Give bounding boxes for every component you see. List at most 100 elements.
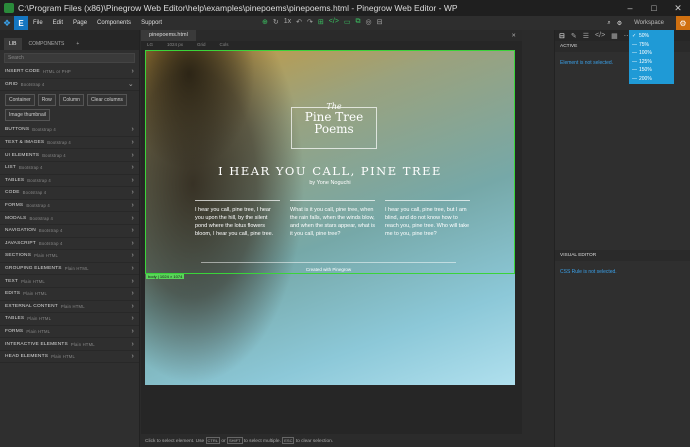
page-preview[interactable]: The Pine Tree Poems I HEAR YOU CALL, PIN… [145, 50, 515, 385]
library-search-input[interactable]: Search [4, 53, 135, 63]
zoom-option-100[interactable]: —100% [632, 49, 671, 58]
device-size-label[interactable]: LG [147, 42, 153, 47]
zoom-option-75[interactable]: —75% [632, 41, 671, 50]
kbd-ctrl: CTRL [205, 437, 220, 444]
category-item[interactable]: TABLES Bootstrap 4 › [0, 175, 139, 188]
library-panel: LIB COMPONENTS + Search INSERT CODE HTML… [0, 30, 140, 447]
category-item[interactable]: MODALS Bootstrap 4 › [0, 212, 139, 225]
status-bar: Click to select element. Use CTRL or SHI… [141, 434, 554, 447]
category-item[interactable]: FORMS Bootstrap 4 › [0, 200, 139, 213]
chevron-right-icon: › [131, 302, 134, 310]
category-item[interactable]: JAVASCRIPT Bootstrap 4 › [0, 238, 139, 251]
code-tab-icon[interactable]: </> [595, 32, 605, 39]
category-item[interactable]: UI ELEMENTS Bootstrap 4 › [0, 149, 139, 162]
category-item[interactable]: EXTERNAL CONTENT Plain HTML › [0, 301, 139, 314]
category-item[interactable]: TEXT Plain HTML › [0, 275, 139, 288]
cols-toggle[interactable]: Cols [220, 42, 229, 47]
category-item[interactable]: BUTTONS Bootstrap 4 › [0, 124, 139, 137]
category-item[interactable]: INTERACTIVE ELEMENTS Plain HTML › [0, 338, 139, 351]
grid-toggle[interactable]: Grid [197, 42, 206, 47]
pinegrow-logo-icon[interactable]: ❖ [0, 16, 14, 30]
menu-edit[interactable]: Edit [48, 20, 68, 26]
chevron-right-icon: › [131, 126, 134, 134]
assets-tab-icon[interactable]: ▦ [611, 32, 618, 40]
grid-buttons: Container Row Column Clear columns Image… [0, 91, 139, 124]
style-tab-icon[interactable]: ✎ [571, 32, 577, 40]
document-bar: LG 1024 px Grid Cols [141, 41, 522, 47]
container-button[interactable]: Container [5, 94, 35, 107]
css-rule-status-message: CSS Rule is not selected. [560, 269, 617, 275]
tab-lib[interactable]: LIB [4, 38, 22, 50]
category-item[interactable]: LIST Bootstrap 4 › [0, 162, 139, 175]
category-grid[interactable]: GRID Bootstrap 4 ⌄ [0, 79, 139, 92]
zoom-option-150[interactable]: —150% [632, 66, 671, 75]
editor-mode-icon[interactable]: E [14, 16, 28, 30]
chevron-right-icon: › [131, 227, 134, 235]
add-tab-icon[interactable]: + [71, 38, 84, 50]
properties-tab-icon[interactable]: ⊟ [559, 32, 565, 40]
zoom-option-125[interactable]: —125% [632, 58, 671, 67]
chevron-right-icon: › [131, 202, 134, 210]
chevron-down-icon: ⌄ [127, 81, 134, 89]
refresh-icon[interactable]: ↻ [273, 18, 279, 26]
preview-icon[interactable]: ▭ [344, 18, 351, 26]
maximize-button[interactable]: □ [642, 3, 666, 13]
minimize-button[interactable]: – [618, 3, 642, 13]
workspace-controls: ⌕ ⚙ Workspace ⚙ [607, 16, 690, 30]
settings-icon[interactable]: ⚙ [617, 20, 622, 27]
hide-icon[interactable]: ◎ [366, 18, 372, 26]
category-item[interactable]: CODE Bootstrap 4 › [0, 187, 139, 200]
category-item[interactable]: NAVIGATION Bootstrap 4 › [0, 225, 139, 238]
zoom-option-200[interactable]: —200% [632, 75, 671, 84]
close-document-icon[interactable]: ✕ [511, 33, 516, 39]
redo-icon[interactable]: ↷ [307, 18, 313, 26]
chevron-right-icon: › [131, 189, 134, 197]
menu-components[interactable]: Components [92, 20, 136, 26]
clear-columns-button[interactable]: Clear columns [86, 94, 127, 107]
multi-page-icon[interactable]: ⧉ [356, 18, 361, 26]
search-icon[interactable]: ⌕ [607, 20, 610, 27]
category-item[interactable]: GROUPING ELEMENTS Plain HTML › [0, 263, 139, 276]
workspace-label[interactable]: Workspace [628, 20, 670, 26]
zoom-dropdown[interactable]: ✓ 50% —75% —100% —125% —150% —200% [629, 30, 674, 84]
chevron-right-icon: › [131, 164, 134, 172]
zoom-value[interactable]: 1x [284, 18, 291, 26]
layout-icon[interactable]: ⊟ [377, 18, 383, 26]
chevron-right-icon: › [131, 68, 134, 76]
new-page-icon[interactable]: ⊕ [262, 18, 268, 26]
chevron-right-icon: › [131, 315, 134, 323]
tab-components[interactable]: COMPONENTS [24, 38, 70, 50]
zoom-option-50[interactable]: ✓ 50% [632, 32, 671, 41]
code-icon[interactable]: </> [329, 18, 339, 26]
menu-support[interactable]: Support [136, 20, 167, 26]
category-item[interactable]: FORMS Plain HTML › [0, 326, 139, 339]
workspace-icon[interactable]: ⚙ [676, 16, 690, 30]
undo-icon[interactable]: ↶ [296, 18, 302, 26]
check-icon: ✓ [632, 33, 637, 40]
category-insert-code[interactable]: INSERT CODE HTML or PHP › [0, 66, 139, 79]
menu-file[interactable]: File [28, 20, 48, 26]
chevron-right-icon: › [131, 327, 134, 335]
page-canvas: pinepoems.html ✕ LG 1024 px Grid Cols Th… [141, 30, 522, 434]
chevron-right-icon: › [131, 340, 134, 348]
menu-page[interactable]: Page [68, 20, 92, 26]
category-item[interactable]: SECTIONS Plain HTML › [0, 250, 139, 263]
app-icon [4, 3, 14, 13]
kbd-esc: ESC [282, 437, 295, 444]
chevron-right-icon: › [131, 176, 134, 184]
visual-editor-label: VISUAL EDITOR [555, 250, 690, 261]
library-tabs: LIB COMPONENTS + [0, 30, 139, 50]
category-item[interactable]: HEAD ELEMENTS Plain HTML › [0, 351, 139, 364]
image-thumbnail-button[interactable]: Image thumbnail [5, 109, 50, 122]
document-tab[interactable]: pinepoems.html [141, 30, 196, 41]
row-button[interactable]: Row [37, 94, 56, 107]
category-item[interactable]: EDITS Plain HTML › [0, 288, 139, 301]
properties-panel: ⊟ ✎ ☰ </> ▦ ⋯ ACTIVE Element is not sele… [554, 30, 690, 447]
category-item[interactable]: TEXT & IMAGES Bootstrap 4 › [0, 137, 139, 150]
tree-icon[interactable]: ⊞ [318, 18, 324, 26]
column-button[interactable]: Column [58, 94, 84, 107]
tree-tab-icon[interactable]: ☰ [583, 32, 589, 40]
close-button[interactable]: ✕ [666, 3, 690, 14]
category-item[interactable]: TABLES Plain HTML › [0, 313, 139, 326]
window-title: C:\Program Files (x86)\Pinegrow Web Edit… [18, 3, 458, 13]
